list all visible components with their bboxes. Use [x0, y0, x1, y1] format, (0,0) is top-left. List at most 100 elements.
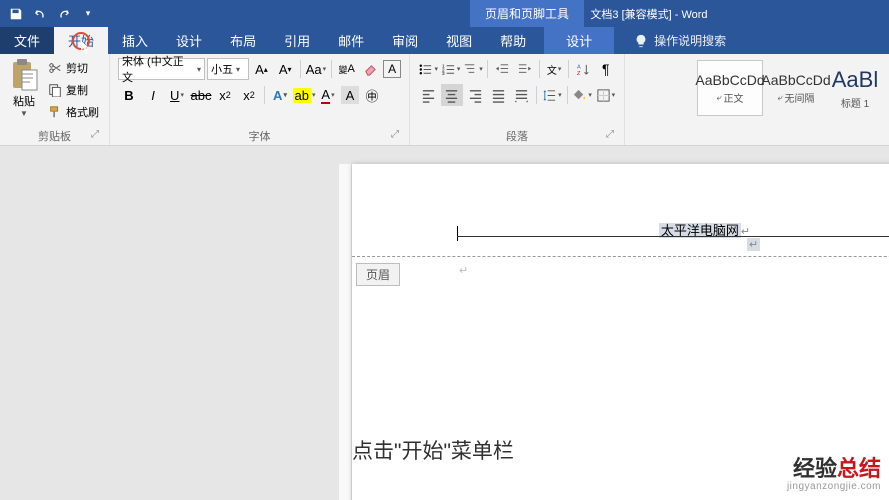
phonetic-guide-button[interactable]: 變A [336, 58, 358, 80]
text-effects-button[interactable]: A▾ [269, 84, 291, 106]
header-boundary [352, 256, 889, 257]
bucket-icon [572, 88, 587, 103]
tab-file[interactable]: 文件 [0, 27, 54, 54]
title-bar: ▾ 页眉和页脚工具 文档3 [兼容模式] - Word [0, 0, 889, 27]
document-title: 文档3 [兼容模式] - Word [590, 6, 707, 22]
tab-design[interactable]: 设计 [162, 27, 216, 54]
bullets-button[interactable]: ▾ [418, 58, 438, 80]
style-heading1[interactable]: AaBl 标题 1 [829, 60, 881, 116]
contextual-tab-label: 页眉和页脚工具 [470, 0, 584, 27]
redo-button[interactable] [53, 3, 75, 25]
group-clipboard: 粘贴 ▼ 剪切 复制 格式刷 剪贴板 ⤢ [0, 54, 110, 145]
group-styles: AaBbCcDd ⤶正文 AaBbCcDd ⤶无间隔 AaBl 标题 1 [689, 54, 889, 145]
style-no-spacing[interactable]: AaBbCcDd ⤶无间隔 [763, 60, 829, 116]
cut-button[interactable]: 剪切 [48, 58, 99, 78]
paste-button[interactable]: 粘贴 ▼ [4, 56, 44, 127]
clear-formatting-button[interactable] [360, 58, 382, 80]
char-border-button[interactable]: A [383, 60, 401, 78]
subscript-button[interactable]: x2 [214, 84, 236, 106]
copy-button[interactable]: 复制 [48, 80, 99, 100]
save-button[interactable] [5, 3, 27, 25]
enclose-char-button[interactable]: ㊥ [361, 84, 383, 106]
sort-button[interactable]: AZ [573, 58, 593, 80]
distributed-button[interactable] [511, 84, 532, 106]
svg-text:A: A [577, 64, 581, 70]
group-label-font: 字体 ⤢ [114, 127, 405, 145]
change-case-button[interactable]: Aa▾ [305, 58, 327, 80]
tab-help[interactable]: 帮助 [486, 27, 540, 54]
multilevel-list-button[interactable]: ▾ [463, 58, 483, 80]
ribbon: 粘贴 ▼ 剪切 复制 格式刷 剪贴板 ⤢ [0, 54, 889, 146]
svg-text:3: 3 [442, 71, 445, 76]
header-zone[interactable]: 太平洋电脑网↵ ↵ [352, 164, 889, 256]
dialog-launcher-icon[interactable]: ⤢ [606, 129, 618, 141]
tell-me-search[interactable]: 操作说明搜索 [634, 27, 726, 54]
highlight-button[interactable]: ab▾ [293, 84, 315, 106]
copy-label: 复制 [66, 82, 88, 98]
header-tag: 页眉 [356, 263, 400, 286]
tab-header-footer-design[interactable]: 设计 [544, 27, 614, 54]
align-center-button[interactable] [441, 84, 462, 106]
tab-insert[interactable]: 插入 [108, 27, 162, 54]
shading-button[interactable]: ▾ [572, 84, 593, 106]
eraser-icon [363, 62, 378, 77]
font-color-button[interactable]: A▾ [317, 84, 339, 106]
asian-layout-button[interactable]: 文▾ [544, 58, 564, 80]
font-name-combo[interactable]: 宋体 (中文正文▾ [118, 58, 205, 80]
format-painter-label: 格式刷 [66, 104, 99, 120]
shrink-font-button[interactable]: A▾ [274, 58, 296, 80]
undo-button[interactable] [29, 3, 51, 25]
tab-mail[interactable]: 邮件 [324, 27, 378, 54]
tab-layout[interactable]: 布局 [216, 27, 270, 54]
paragraph-mark-icon: ↵ [747, 238, 760, 251]
borders-button[interactable]: ▾ [595, 84, 616, 106]
tutorial-caption: 点击"开始"菜单栏 [352, 435, 514, 465]
tab-home-label: 开始 [68, 31, 94, 50]
tab-review[interactable]: 审阅 [378, 27, 432, 54]
svg-text:Z: Z [577, 71, 581, 77]
paste-label: 粘贴 [13, 93, 35, 109]
brush-icon [48, 105, 62, 119]
align-right-button[interactable] [465, 84, 486, 106]
scissors-icon [48, 61, 62, 75]
justify-button[interactable] [488, 84, 509, 106]
underline-button[interactable]: U▾ [166, 84, 188, 106]
dialog-launcher-icon[interactable]: ⤢ [91, 129, 103, 141]
chevron-down-icon: ▼ [20, 109, 28, 118]
vertical-ruler[interactable] [339, 164, 352, 500]
tab-references[interactable]: 引用 [270, 27, 324, 54]
style-normal[interactable]: AaBbCcDd ⤶正文 [697, 60, 763, 116]
numbering-button[interactable]: 123▾ [440, 58, 460, 80]
align-left-button[interactable] [418, 84, 439, 106]
italic-button[interactable]: I [142, 84, 164, 106]
tell-me-label: 操作说明搜索 [654, 32, 726, 49]
group-label-paragraph: 段落 ⤢ [414, 127, 620, 145]
grow-font-button[interactable]: A▴ [251, 58, 273, 80]
group-label-clipboard: 剪贴板 ⤢ [4, 127, 105, 145]
ribbon-tabs: 文件 开始 插入 设计 布局 引用 邮件 审阅 视图 帮助 设计 操作说明搜索 [0, 27, 889, 54]
paste-icon [9, 58, 39, 92]
paragraph-mark-icon: ↵ [459, 264, 468, 277]
superscript-button[interactable]: x2 [238, 84, 260, 106]
increase-indent-button[interactable] [515, 58, 535, 80]
watermark: 经验总结 jingyanzongjie.com [787, 457, 881, 492]
decrease-indent-button[interactable] [492, 58, 512, 80]
qat-customize-button[interactable]: ▾ [77, 3, 99, 25]
font-size-combo[interactable]: 小五▾ [207, 58, 249, 80]
tab-view[interactable]: 视图 [432, 27, 486, 54]
group-font: 宋体 (中文正文▾ 小五▾ A▴ A▾ Aa▾ 變A A B I U▾ abc … [110, 54, 410, 145]
header-underline [457, 236, 889, 237]
strikethrough-button[interactable]: abc [190, 84, 212, 106]
line-spacing-button[interactable]: ▾ [541, 84, 562, 106]
quick-access-toolbar: ▾ [0, 0, 99, 27]
group-paragraph: ▾ 123▾ ▾ 文▾ AZ ¶ ▾ ▾ [410, 54, 625, 145]
format-painter-button[interactable]: 格式刷 [48, 102, 99, 122]
tab-home[interactable]: 开始 [54, 27, 108, 54]
cut-label: 剪切 [66, 60, 88, 76]
bold-button[interactable]: B [118, 84, 140, 106]
show-marks-button[interactable]: ¶ [596, 58, 616, 80]
copy-icon [48, 83, 62, 97]
dialog-launcher-icon[interactable]: ⤢ [391, 129, 403, 141]
char-shading-button[interactable]: A [341, 86, 359, 104]
bulb-icon [634, 34, 648, 48]
